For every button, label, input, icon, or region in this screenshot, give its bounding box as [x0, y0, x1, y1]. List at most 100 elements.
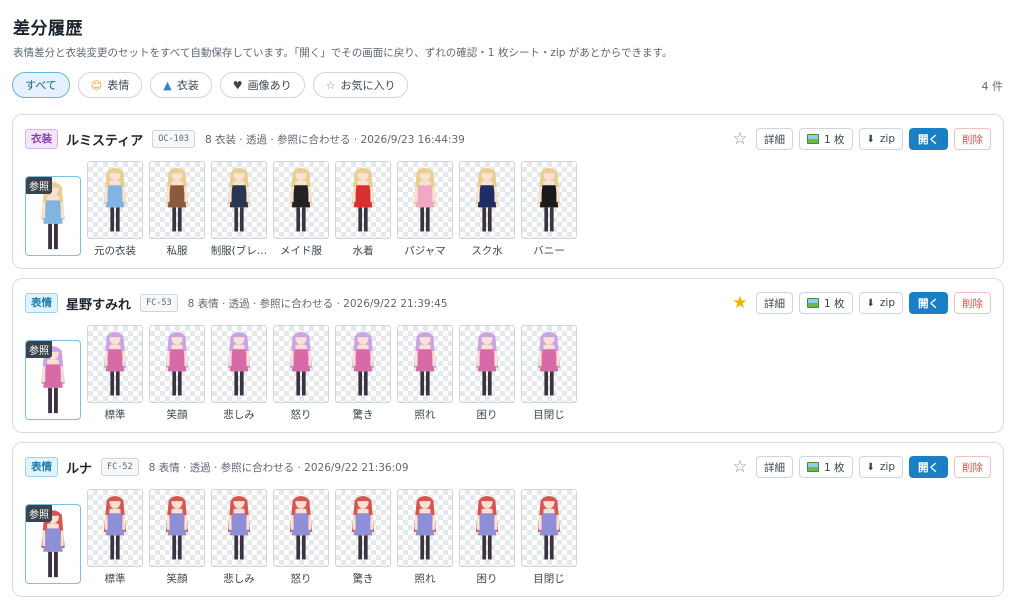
variant-thumbnail[interactable]: 怒り	[273, 325, 329, 422]
variant-thumbnail[interactable]: 困り	[459, 325, 515, 422]
delete-button[interactable]: 削除	[954, 128, 991, 150]
variant-image[interactable]	[521, 325, 577, 403]
star-outline-icon[interactable]: ☆	[730, 128, 750, 150]
sheet-button[interactable]: 1 枚	[798, 456, 853, 478]
variant-label: 標準	[104, 409, 126, 421]
variant-thumbnail[interactable]: 怒り	[273, 489, 329, 586]
variant-image[interactable]	[87, 161, 143, 239]
variant-thumbnail[interactable]: メイド服	[273, 161, 329, 258]
zip-button[interactable]: ⬇ zip	[858, 456, 903, 478]
variant-thumbnail[interactable]: 驚き	[335, 325, 391, 422]
variant-image[interactable]	[211, 489, 267, 567]
delete-button[interactable]: 削除	[954, 456, 991, 478]
variant-thumbnail[interactable]: 標準	[87, 325, 143, 422]
variant-image[interactable]	[397, 161, 453, 239]
star-outline-icon[interactable]: ☆	[730, 456, 750, 478]
filter-has-image[interactable]: ♥ 画像あり	[219, 72, 305, 98]
variant-image[interactable]	[397, 325, 453, 403]
variant-thumbnail[interactable]: 私服	[149, 161, 205, 258]
dress-icon: ▲	[163, 78, 172, 92]
variant-thumbnail[interactable]: 悲しみ	[211, 325, 267, 422]
variant-label: 元の衣装	[94, 245, 136, 257]
open-button[interactable]: 開く	[909, 456, 948, 478]
variant-image[interactable]	[335, 325, 391, 403]
variant-thumbnail[interactable]: 笑顔	[149, 325, 205, 422]
zip-button[interactable]: ⬇ zip	[858, 292, 903, 314]
character-illustration	[537, 167, 561, 232]
variant-image[interactable]	[521, 489, 577, 567]
variant-image[interactable]	[273, 161, 329, 239]
variant-image[interactable]	[149, 325, 205, 403]
zip-button[interactable]: ⬇ zip	[858, 128, 903, 150]
sheet-button[interactable]: 1 枚	[798, 128, 853, 150]
variant-thumbnail[interactable]: 目閉じ	[521, 325, 577, 422]
sheet-label: 1 枚	[823, 297, 845, 310]
character-illustration	[227, 495, 251, 560]
variant-thumbnail[interactable]: スク水	[459, 161, 515, 258]
reference-image[interactable]: 参照	[25, 340, 81, 420]
variant-thumbnail[interactable]: 標準	[87, 489, 143, 586]
variant-thumbnail[interactable]: 制服(ブレ…	[211, 161, 267, 258]
variant-thumbnail[interactable]: 水着	[335, 161, 391, 258]
variant-image[interactable]	[459, 489, 515, 567]
detail-button[interactable]: 詳細	[755, 128, 793, 150]
variant-thumbnail[interactable]: 困り	[459, 489, 515, 586]
character-illustration	[413, 495, 437, 560]
thumbnail-list: 標準 笑顔 悲しみ 怒り 驚き 照れ 困り 目閉じ	[87, 489, 577, 586]
open-button[interactable]: 開く	[909, 128, 948, 150]
variant-image[interactable]	[459, 325, 515, 403]
reference-image[interactable]: 参照	[25, 176, 81, 256]
reference-image[interactable]: 参照	[25, 504, 81, 584]
character-code: FC-53	[140, 294, 178, 312]
open-button[interactable]: 開く	[909, 292, 948, 314]
card-header: 表情 ルナ FC-52 8 表情 · 透過 · 参照に合わせる · 2026/9/22…	[25, 455, 991, 479]
detail-button[interactable]: 詳細	[755, 456, 793, 478]
variant-thumbnail[interactable]: バニー	[521, 161, 577, 258]
variant-image[interactable]	[521, 161, 577, 239]
variant-image[interactable]	[273, 325, 329, 403]
variant-image[interactable]	[335, 161, 391, 239]
variant-label: スク水	[471, 245, 503, 257]
variant-thumbnail[interactable]: 照れ	[397, 489, 453, 586]
variant-thumbnail[interactable]: 悲しみ	[211, 489, 267, 586]
variant-label: 制服(ブレ…	[210, 245, 268, 257]
reference-label: 参照	[26, 505, 52, 522]
variant-image[interactable]	[397, 489, 453, 567]
variant-thumbnail[interactable]: パジャマ	[397, 161, 453, 258]
variant-image[interactable]	[335, 489, 391, 567]
card-meta: 8 表情 · 透過 · 参照に合わせる · 2026/9/22 21:39:45	[187, 297, 448, 310]
filter-all[interactable]: すべて	[12, 72, 70, 98]
delete-button[interactable]: 削除	[954, 292, 991, 314]
history-card: 表情 ルナ FC-52 8 表情 · 透過 · 参照に合わせる · 2026/9/22…	[12, 442, 1004, 597]
variant-label: 驚き	[352, 409, 374, 421]
variant-image[interactable]	[87, 325, 143, 403]
variant-thumbnail[interactable]: 目閉じ	[521, 489, 577, 586]
sheet-button[interactable]: 1 枚	[798, 292, 853, 314]
variant-thumbnail[interactable]: 照れ	[397, 325, 453, 422]
download-icon: ⬇	[866, 297, 875, 309]
variant-thumbnail[interactable]: 元の衣装	[87, 161, 143, 258]
variant-image[interactable]	[211, 161, 267, 239]
filter-favorites[interactable]: ☆ お気に入り	[312, 72, 409, 98]
download-icon: ⬇	[866, 133, 875, 145]
star-filled-icon[interactable]: ★	[730, 292, 750, 314]
character-illustration	[475, 167, 499, 232]
character-illustration	[289, 167, 313, 232]
variant-image[interactable]	[149, 161, 205, 239]
variant-image[interactable]	[211, 325, 267, 403]
variant-thumbnail[interactable]: 驚き	[335, 489, 391, 586]
variant-image[interactable]	[459, 161, 515, 239]
variant-thumbnail[interactable]: 笑顔	[149, 489, 205, 586]
variant-image[interactable]	[87, 489, 143, 567]
card-header: 表情 星野すみれ FC-53 8 表情 · 透過 · 参照に合わせる · 2026/9…	[25, 291, 991, 315]
card-meta: 8 表情 · 透過 · 参照に合わせる · 2026/9/22 21:36:09	[148, 461, 409, 474]
zip-label: zip	[879, 133, 895, 145]
filter-expression[interactable]: 😊 表情	[77, 72, 143, 98]
variant-image[interactable]	[149, 489, 205, 567]
filter-label: 画像あり	[247, 79, 292, 92]
character-code: FC-52	[101, 458, 139, 476]
variant-label: 水着	[352, 245, 374, 257]
variant-image[interactable]	[273, 489, 329, 567]
detail-button[interactable]: 詳細	[755, 292, 793, 314]
filter-outfit[interactable]: ▲ 衣装	[150, 72, 212, 98]
